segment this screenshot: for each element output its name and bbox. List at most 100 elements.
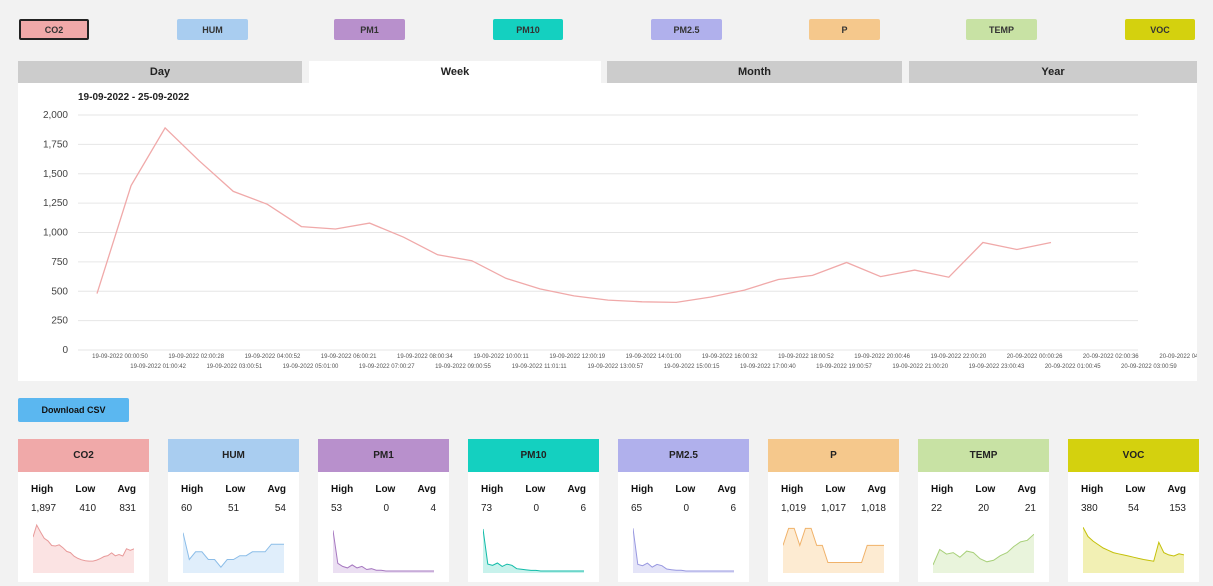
stat-value-high: 1,019	[781, 503, 807, 514]
sparkline-chart	[783, 527, 884, 573]
tab-label: Year	[1041, 66, 1065, 78]
card-stat-labels: High Low Avg	[331, 484, 436, 495]
x-tick-label: 19-09-2022 00:00:50	[92, 354, 148, 360]
card-title: VOC	[1068, 439, 1199, 472]
sensor-button-voc[interactable]: VOC	[1125, 19, 1195, 40]
sensor-label: PM10	[516, 24, 540, 35]
x-tick-label: 20-09-2022 01:00:45	[1045, 364, 1101, 370]
stat-label-avg: Avg	[717, 484, 736, 495]
sensor-button-p[interactable]: P	[809, 19, 880, 40]
stat-value-low: 51	[227, 503, 240, 514]
sparkline-area	[483, 529, 584, 573]
stat-value-high: 53	[331, 503, 343, 514]
sparkline-area	[783, 528, 884, 573]
sensor-button-hum[interactable]: HUM	[177, 19, 248, 40]
sensor-button-co2[interactable]: CO2	[19, 19, 89, 40]
sparkline-area	[333, 530, 434, 573]
sensor-label: TEMP	[988, 24, 1014, 35]
stat-value-high: 60	[181, 503, 193, 514]
card-stat-labels: High Low Avg	[781, 484, 886, 495]
stat-label-low: Low	[675, 484, 696, 495]
stat-label-high: High	[331, 484, 354, 495]
stat-label-high: High	[781, 484, 804, 495]
stat-value-avg: 831	[119, 503, 136, 514]
sensor-label: CO2	[44, 24, 64, 35]
x-tick-label: 19-09-2022 09:00:55	[435, 364, 491, 370]
stat-label-high: High	[931, 484, 954, 495]
summary-card-p: P High Low Avg 1,019 1,017 1,018	[768, 439, 899, 582]
card-stat-labels: High Low Avg	[931, 484, 1036, 495]
x-tick-label: 20-09-2022 04:00:11	[1159, 354, 1197, 360]
x-tick-label: 19-09-2022 05:01:00	[283, 364, 339, 370]
card-stat-values: 60 51 54	[181, 503, 286, 514]
sparkline-line	[333, 530, 434, 572]
tab-year[interactable]: Year	[909, 61, 1197, 83]
x-tick-label: 19-09-2022 18:00:52	[778, 354, 834, 360]
card-title: PM1	[318, 439, 449, 472]
sensor-button-pm1[interactable]: PM1	[334, 19, 405, 40]
card-stat-labels: High Low Avg	[1081, 484, 1186, 495]
y-tick-label: 2,000	[43, 110, 68, 121]
x-tick-label: 20-09-2022 02:00:36	[1083, 354, 1139, 360]
sensor-label: PM1	[360, 24, 379, 35]
summary-card-hum: HUM High Low Avg 60 51 54	[168, 439, 299, 582]
card-stat-labels: High Low Avg	[31, 484, 136, 495]
sparkline-chart	[933, 533, 1034, 573]
x-tick-label: 19-09-2022 07:00:27	[359, 364, 415, 370]
tab-label: Month	[738, 66, 771, 78]
card-stat-values: 65 0 6	[631, 503, 736, 514]
x-tick-label: 19-09-2022 21:00:20	[892, 364, 948, 370]
x-tick-label: 19-09-2022 15:00:15	[664, 364, 720, 370]
stat-label-avg: Avg	[117, 484, 136, 495]
co2-series-line	[96, 126, 1052, 304]
stat-label-avg: Avg	[1017, 484, 1036, 495]
download-csv-button[interactable]: Download CSV	[18, 398, 129, 422]
stat-label-high: High	[181, 484, 204, 495]
summary-card-temp: TEMP High Low Avg 22 20 21	[918, 439, 1049, 582]
stat-label-high: High	[1081, 484, 1104, 495]
sparkline-area	[1083, 527, 1184, 573]
main-line-chart: 0 250 500 750 1,000 1,250 1,500 1,750 2,000 19-09…	[43, 110, 1197, 370]
stat-label-avg: Avg	[1167, 484, 1186, 495]
card-stat-labels: High Low Avg	[631, 484, 736, 495]
card-stat-values: 380 54 153	[1081, 503, 1186, 514]
y-tick-label: 0	[62, 345, 68, 356]
stat-label-high: High	[31, 484, 54, 495]
sparkline-chart	[33, 523, 134, 573]
stat-value-high: 22	[931, 503, 943, 514]
tab-week[interactable]: Week	[309, 61, 601, 83]
sensor-button-pm10[interactable]: PM10	[493, 19, 563, 40]
sparkline-chart	[333, 530, 434, 573]
sensor-label: PM2.5	[673, 24, 700, 35]
x-tick-label: 19-09-2022 02:00:28	[168, 354, 224, 360]
x-tick-label: 19-09-2022 22:00:20	[930, 354, 986, 360]
x-tick-label: 19-09-2022 20:00:46	[854, 354, 910, 360]
stat-value-high: 73	[481, 503, 493, 514]
sparkline-chart	[633, 528, 734, 573]
sparkline-area	[183, 532, 284, 573]
sensor-button-temp[interactable]: TEMP	[966, 19, 1037, 40]
tab-label: Day	[149, 66, 171, 78]
x-tick-label: 19-09-2022 16:00:32	[702, 354, 758, 360]
sensor-label: P	[841, 24, 848, 35]
stat-value-avg: 21	[1024, 503, 1036, 514]
tab-day[interactable]: Day	[18, 61, 302, 83]
stat-value-high: 65	[631, 503, 643, 514]
y-tick-label: 1,000	[43, 228, 68, 239]
x-tick-label: 19-09-2022 06:00:21	[321, 354, 377, 360]
stat-value-avg: 54	[274, 503, 286, 514]
y-tick-label: 750	[51, 257, 68, 268]
stat-value-low: 0	[683, 503, 690, 514]
x-tick-label: 20-09-2022 00:00:26	[1007, 354, 1063, 360]
sensor-button-pm25[interactable]: PM2.5	[651, 19, 722, 40]
card-stat-values: 73 0 6	[481, 503, 586, 514]
y-tick-label: 1,500	[43, 169, 68, 180]
y-tick-label: 1,750	[43, 139, 68, 150]
x-tick-label: 19-09-2022 12:00:19	[549, 354, 605, 360]
card-title: PM2.5	[618, 439, 749, 472]
tab-month[interactable]: Month	[607, 61, 902, 83]
sparkline-area	[33, 525, 134, 573]
y-tick-label: 500	[51, 286, 68, 297]
stat-label-low: Low	[75, 484, 96, 495]
stat-value-avg: 1,018	[860, 503, 886, 514]
